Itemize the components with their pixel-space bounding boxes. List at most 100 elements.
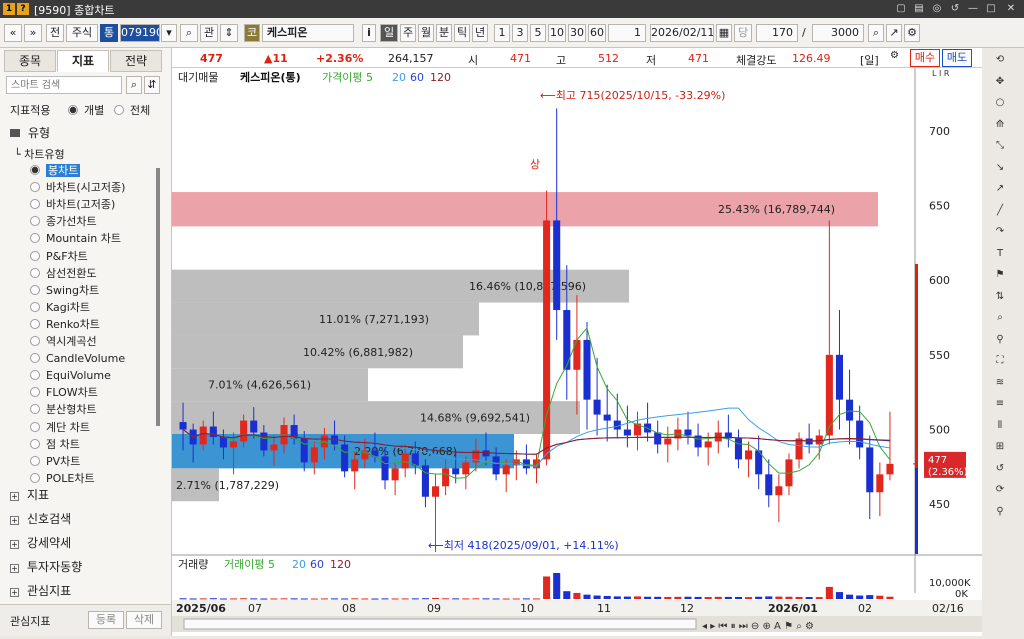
sort-icon[interactable]: ⇵ (144, 76, 160, 94)
drawing-tool-icon[interactable]: ↗ (988, 179, 1012, 199)
drawing-tool-icon[interactable]: ⚲ (988, 330, 1012, 350)
minimize-icon[interactable]: — (966, 2, 980, 16)
date-input[interactable]: 2026/02/11 (650, 24, 714, 42)
drawing-tool-icon[interactable]: ⟲ (988, 50, 1012, 70)
current-button[interactable]: 당 (734, 24, 752, 42)
tab-strategies[interactable]: 전략 (110, 50, 162, 72)
count-10-button[interactable]: 10 (548, 24, 566, 42)
drawing-tool-icon[interactable]: ↺ (988, 459, 1012, 479)
drawing-tool-icon[interactable]: ⇅ (988, 287, 1012, 307)
count-5-button[interactable]: 5 (530, 24, 546, 42)
next-nav-button[interactable]: » (24, 24, 42, 42)
related-button[interactable]: 관 (200, 24, 218, 42)
chart-type-item[interactable]: Mountain 차트 (30, 230, 121, 247)
drawing-tool-icon[interactable]: ↘ (988, 158, 1012, 178)
search-icon[interactable]: ⌕ (180, 24, 198, 42)
maximize-icon[interactable]: □ (984, 2, 998, 16)
calendar-icon[interactable]: ▦ (716, 24, 732, 42)
count-30-button[interactable]: 30 (568, 24, 586, 42)
stock-name-field[interactable]: 케스피온 (262, 24, 354, 42)
period-year-button[interactable]: 년 (472, 24, 488, 42)
close-icon[interactable]: ✕ (1004, 2, 1018, 16)
sell-button[interactable]: 매도 (942, 49, 972, 67)
price-chart[interactable]: 대기매물 케스피온(통) 가격이평 5 20 60 120 L I R 450 500 550 60… (172, 68, 982, 636)
zoom-icon[interactable]: ⌕ (868, 24, 884, 42)
chart-type-item[interactable]: CandleVolume (30, 350, 125, 367)
period-week-button[interactable]: 주 (400, 24, 416, 42)
all-market-button[interactable]: 전 (46, 24, 64, 42)
drawing-tool-icon[interactable]: ↷ (988, 222, 1012, 242)
drawing-tool-icon[interactable]: ≡ (988, 394, 1012, 414)
unit-select[interactable]: 1 (608, 24, 646, 42)
type-group[interactable]: 유형 (10, 124, 50, 142)
buy-button[interactable]: 매수 (910, 49, 940, 67)
period-day-button[interactable]: 일 (380, 24, 398, 42)
chart-type-item[interactable]: Swing차트 (30, 282, 99, 299)
chart-type-item[interactable]: 바차트(고저종) (30, 196, 115, 213)
capture-icon[interactable]: ◎ (930, 2, 944, 16)
drawing-tool-icon[interactable]: ⟰ (988, 115, 1012, 135)
count-3-button[interactable]: 3 (512, 24, 528, 42)
scrollbar[interactable] (156, 168, 160, 426)
group-favorite-indicators[interactable]: + 관심지표 (10, 582, 71, 600)
total-count-input[interactable]: 3000 (812, 24, 864, 42)
chart-type-item[interactable]: 봉차트 (30, 162, 81, 179)
drawing-tool-icon[interactable]: ⛶ (988, 351, 1012, 371)
chart-type-item[interactable]: POLE차트 (30, 470, 95, 487)
gear-icon[interactable]: ⚙ (890, 50, 899, 61)
group-signal-search[interactable]: + 신호검색 (10, 510, 71, 528)
drawing-tool-icon[interactable]: ⚲ (988, 502, 1012, 522)
display-count-input[interactable]: 170 (756, 24, 798, 42)
chart-type-item[interactable]: 종가선차트 (30, 213, 97, 230)
drawing-tool-icon[interactable]: ⤡ (988, 136, 1012, 156)
drawing-tool-icon[interactable]: ○ (988, 93, 1012, 113)
chart-type-item[interactable]: 분산형차트 (30, 401, 97, 418)
group-indicators[interactable]: + 지표 (10, 486, 49, 504)
stock-code-input[interactable]: 079190 (120, 24, 160, 42)
drawing-tool-icon[interactable]: ⚑ (988, 265, 1012, 285)
drawing-tool-icon[interactable]: T (988, 244, 1012, 264)
apply-individual-radio[interactable]: 개별 (68, 102, 104, 118)
tab-indicators[interactable]: 지표 (57, 50, 109, 72)
period-minute-button[interactable]: 분 (436, 24, 452, 42)
chart-type-item[interactable]: 역시계곡선 (30, 333, 97, 350)
chart-type-item[interactable]: 점 차트 (30, 436, 80, 453)
smart-search-input[interactable] (6, 76, 122, 94)
period-tick-button[interactable]: 틱 (454, 24, 470, 42)
chart-canvas[interactable]: 대기매물 케스피온(통) 가격이평 5 20 60 120 L I R 450 500 550 60… (172, 68, 982, 636)
register-button[interactable]: 등록 (88, 611, 124, 629)
code-dropdown-icon[interactable]: ▾ (161, 24, 177, 42)
stock-type-button[interactable]: 주식 (66, 24, 98, 42)
refresh-icon[interactable]: ↺ (948, 2, 962, 16)
chart-type-item[interactable]: PV차트 (30, 453, 80, 470)
chart-type-item[interactable]: 삼선전환도 (30, 265, 97, 282)
sort-icon[interactable]: ⇕ (220, 24, 238, 42)
prev-nav-button[interactable]: « (4, 24, 22, 42)
count-60-button[interactable]: 60 (588, 24, 606, 42)
settings-gear-icon[interactable]: ⚙ (904, 24, 920, 42)
tab-stocks[interactable]: 종목 (4, 50, 56, 72)
chart-type-item[interactable]: FLOW차트 (30, 384, 98, 401)
info-button[interactable]: i (362, 24, 376, 42)
share-icon[interactable]: ↗ (886, 24, 902, 42)
drawing-tool-icon[interactable]: ⦀ (988, 416, 1012, 436)
chart-type-item[interactable]: Kagi차트 (30, 299, 90, 316)
drawing-tool-icon[interactable]: ╱ (988, 201, 1012, 221)
exchange-button[interactable]: 통 (100, 24, 118, 42)
count-1-button[interactable]: 1 (494, 24, 510, 42)
search-icon[interactable]: ⌕ (126, 76, 142, 94)
drawing-tool-icon[interactable]: ✥ (988, 72, 1012, 92)
chart-type-item[interactable]: 바차트(시고저종) (30, 179, 125, 196)
chart-type-item[interactable]: P&F차트 (30, 248, 88, 265)
chart-type-item[interactable]: 계단 차트 (30, 419, 90, 436)
group-strength[interactable]: + 강세약세 (10, 534, 71, 552)
period-month-button[interactable]: 월 (418, 24, 434, 42)
help-icon[interactable]: ? (17, 3, 29, 15)
layout-icon[interactable]: ▤ (912, 2, 926, 16)
drawing-tool-icon[interactable]: ≋ (988, 373, 1012, 393)
drawing-tool-icon[interactable]: ⟳ (988, 480, 1012, 500)
chart-type-item[interactable]: EquiVolume (30, 367, 111, 384)
delete-button[interactable]: 삭제 (126, 611, 162, 629)
pin-icon[interactable]: ▢ (894, 2, 908, 16)
apply-all-radio[interactable]: 전체 (114, 102, 150, 118)
